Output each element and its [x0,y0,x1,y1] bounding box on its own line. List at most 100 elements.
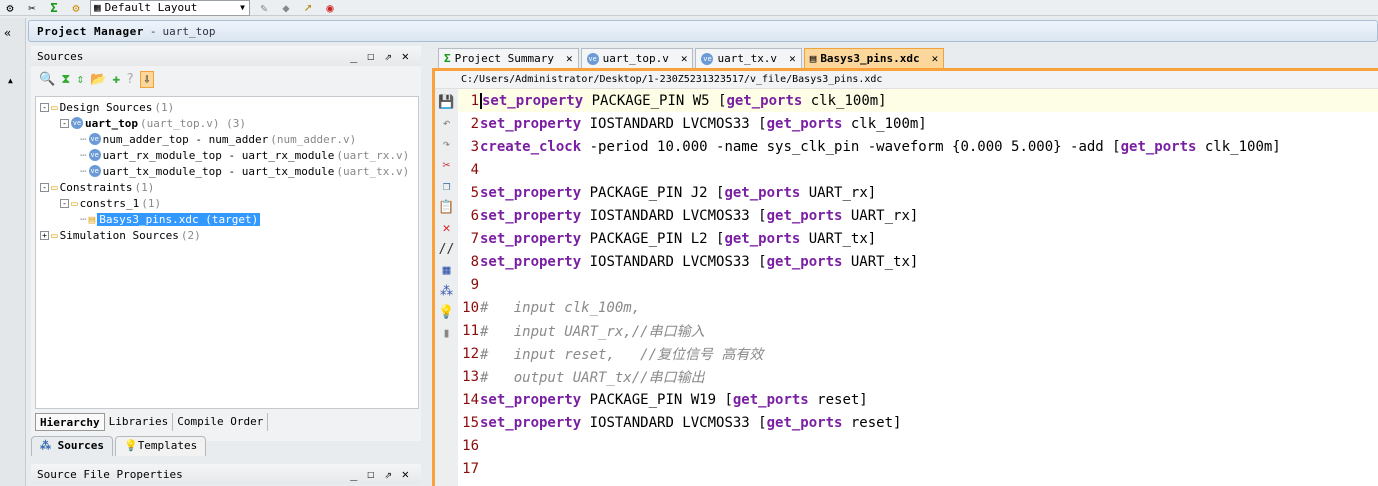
tab-hierarchy[interactable]: Hierarchy [35,413,105,431]
line-number: 9 [470,276,479,293]
collapse-all-icon[interactable]: ⧗ [61,72,70,87]
tree-node[interactable]: - ▭ constrs_1 (1) [36,195,418,211]
keyword: set_property [480,230,582,247]
minimize-icon[interactable]: _ [350,49,357,63]
tab-sources[interactable]: ⁂ Sources [31,436,113,456]
eraser-icon[interactable]: ◆ [278,1,294,15]
undo-icon[interactable]: ↶ [443,116,451,131]
code-area[interactable]: 1 set_property PACKAGE_PIN W5 [get_ports … [458,89,1378,480]
close-icon[interactable]: ✕ [402,49,409,63]
tree-node-note: (1) [134,180,155,194]
expand-all-icon[interactable]: ⇕ [76,72,84,87]
line-number: 15 [462,414,479,431]
editor-tabs: Σ Project Summary ✕ ve uart_top.v ✕ ve uart_tx.… [432,46,1378,68]
tab-templates[interactable]: 💡Templates [114,436,207,456]
verilog-file-icon: ve [71,117,83,129]
code-line: 12 # input reset, //复位信号 高有效 [458,342,1378,365]
line-content: set_property IOSTANDARD LVCMOS33 [get_po… [480,254,918,270]
cut-icon[interactable]: ✂ [443,158,451,173]
open-folder-icon[interactable]: 📂 [90,72,106,87]
tree-node[interactable]: + ▭ Simulation Sources (2) [36,227,418,243]
hierarchy-icon[interactable]: ⁂ [440,284,453,299]
settings-icon[interactable]: ⚙ [2,1,18,15]
verilog-file-icon: ve [701,52,714,65]
close-icon[interactable]: ✕ [789,52,796,65]
add-sources-icon[interactable]: ✚ [112,72,120,87]
close-icon[interactable]: ✕ [681,52,688,65]
code-line: 3 create_clock -period 10.000 -name sys_c… [458,135,1378,158]
code-line: 13 # output UART_tx//串口输出 [458,365,1378,388]
line-number: 4 [470,161,479,178]
tab-libraries[interactable]: Libraries [105,413,174,431]
help-icon[interactable]: ◉ [322,1,338,15]
copy-icon[interactable]: ❐ [443,179,451,194]
expand-icon[interactable]: + [40,230,49,240]
cursor-icon[interactable]: ➚ [300,1,316,15]
line-number: 6 [470,207,479,224]
layout-select[interactable]: ▦ Default Layout ▼ [90,0,250,16]
code-text: UART_rx] [800,184,877,201]
tree-node[interactable]: - ▭ Constraints (1) [36,179,418,195]
sigma-icon[interactable]: Σ [46,1,62,15]
chevron-down-icon: ▼ [240,3,245,12]
tree-node[interactable]: ┄ ve uart_rx_module_top - uart_rx_module (… [36,147,418,163]
line-number: 17 [462,460,479,477]
tree-node[interactable]: ┄ ve num_adder_top - num_adder (num_adder.… [36,131,418,147]
paste-icon[interactable]: 📋 [438,200,454,215]
tools-icon[interactable]: ✂ [24,1,40,15]
help-icon[interactable]: ? [126,72,134,87]
xdc-file-icon: ▤ [88,212,96,226]
close-icon[interactable]: ✕ [566,52,573,65]
save-icon[interactable]: 💾 [438,95,454,110]
line-content: set_property IOSTANDARD LVCMOS33 [get_po… [480,116,927,132]
editor-tab[interactable]: Σ Project Summary ✕ [438,48,579,68]
select-all-icon[interactable]: ▦ [443,263,451,278]
tree-node[interactable]: ┄ ve uart_tx_module_top - uart_tx_module (… [36,163,418,179]
line-number: 8 [470,253,479,270]
line-content: set_property PACKAGE_PIN W19 [get_ports … [480,392,868,408]
lightbulb-icon[interactable]: 💡 [438,305,454,320]
tree-node[interactable]: - ve uart_top (uart_top.v) (3) [36,115,418,131]
keyword: set_property [480,184,582,201]
minimize-icon[interactable]: _ [350,467,357,481]
maximize-icon[interactable]: ☐ [367,467,374,481]
keyword: get_ports [766,115,843,132]
code-text: UART_tx] [842,253,919,270]
scroll-up-icon[interactable]: ▲ [0,40,25,85]
code-text: -period 10.000 -name sys_clk_pin -wavefo… [581,138,1121,155]
line-content: set_property PACKAGE_PIN J2 [get_ports U… [480,185,876,201]
tab-compile-order[interactable]: Compile Order [173,413,269,431]
sources-tree: - ▭ Design Sources (1) - ve uart_top (uart_to… [35,96,419,409]
close-icon[interactable]: ✕ [932,52,939,65]
show-properties-icon[interactable]: ⇩ [140,70,154,88]
search-icon[interactable]: 🔍 [39,72,55,87]
code-text: clk_100m] [842,115,927,132]
maximize-icon[interactable]: ☐ [367,49,374,63]
editor-tab[interactable]: ve uart_tx.v ✕ [695,48,802,68]
line-content: set_property PACKAGE_PIN W5 [get_ports c… [480,92,887,109]
close-icon[interactable]: ✕ [402,467,409,481]
collapse-icon[interactable]: - [60,198,69,208]
collapse-icon[interactable]: « [0,18,25,40]
float-icon[interactable]: ⇗ [385,467,392,481]
editor-tab[interactable]: ve uart_top.v ✕ [580,48,694,68]
tab-templates-label: Templates [137,439,198,452]
file-path-bar: C:/Users/Administrator/Desktop/1-230Z523… [435,71,1378,89]
gear-icon[interactable]: ⚙ [68,1,84,15]
keyword: set_property [480,414,582,431]
code-text: PACKAGE_PIN J2 [ [581,184,725,201]
collapse-icon[interactable]: - [40,182,49,192]
delete-icon[interactable]: ✕ [443,221,451,236]
redo-icon[interactable]: ↷ [443,137,451,152]
tree-node[interactable]: - ▭ Design Sources (1) [36,99,418,115]
templates-icon[interactable]: ▮ [443,326,451,341]
keyword: set_property [480,391,582,408]
tree-node[interactable]: ┄ ▤ Basys3_pins.xdc (target) [36,211,418,227]
float-icon[interactable]: ⇗ [385,49,392,63]
collapse-icon[interactable]: - [40,102,49,112]
editor-tab[interactable]: ▤ Basys3_pins.xdc ✕ [803,48,945,68]
pin-icon[interactable]: ✎ [256,1,272,15]
comment-icon[interactable]: // [439,242,455,257]
tree-node-note: (uart_top.v) (3) [139,116,246,130]
collapse-icon[interactable]: - [60,118,69,128]
